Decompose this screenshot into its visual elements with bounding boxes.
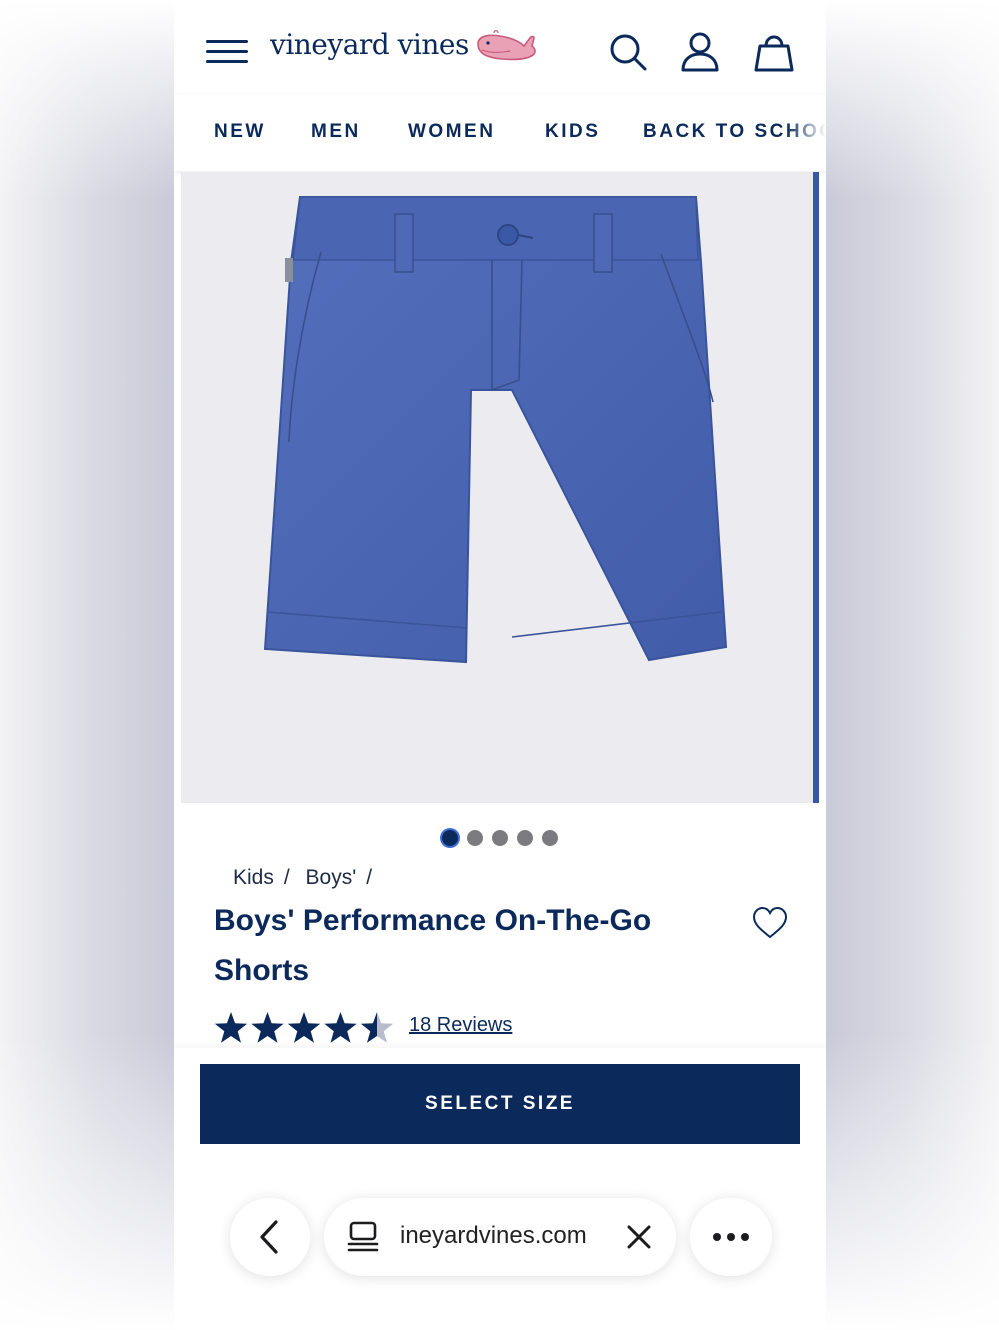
nav-item-women[interactable]: WOMEN [408,121,495,143]
tab-overview-icon[interactable] [346,1220,380,1254]
breadcrumb-kids[interactable]: Kids [233,866,274,889]
whale-logo-icon [477,30,536,61]
chevron-left-icon [260,1220,278,1254]
nav-item-men[interactable]: MEN [311,121,361,143]
shorts-illustration [263,196,728,664]
product-title: Boys' Performance On-The-Go Shorts [214,904,652,987]
nav-item-kids[interactable]: KIDS [545,121,600,143]
select-size-button[interactable]: SELECT SIZE [200,1064,800,1144]
background-left [0,0,174,1333]
search-icon[interactable] [606,30,650,74]
sticky-action-bar: SELECT SIZE [174,1048,826,1333]
gallery-dot[interactable] [467,830,483,846]
browser-back-button[interactable] [230,1198,310,1276]
brand-logo[interactable]: vineyard vines [270,28,469,61]
gallery-dot[interactable] [442,830,458,846]
breadcrumb-separator: / [366,866,373,889]
breadcrumb: Kids / Boys' / [233,866,382,890]
hamburger-menu-icon[interactable] [206,38,248,66]
gallery-dot[interactable] [492,830,508,846]
rating-star [214,1012,248,1043]
next-image-peek [813,172,819,803]
more-icon [713,1233,749,1241]
account-icon[interactable] [678,30,722,74]
site-header: vineyard vines [174,0,826,95]
gallery-pagination [174,830,826,850]
breadcrumb-separator: / [283,866,290,889]
page: vineyard vines NEW MEN WOMEN KIDS BACK T… [174,0,826,1333]
rating-stars [214,1012,394,1043]
product-image[interactable] [181,172,813,803]
rating-star [287,1012,321,1043]
browser-url[interactable]: ineyardvines.com [400,1222,587,1250]
browser-address-bar[interactable]: ineyardvines.com [324,1198,676,1276]
gallery-dot[interactable] [542,830,558,846]
gallery-dot[interactable] [517,830,533,846]
main-nav: NEW MEN WOMEN KIDS BACK TO SCHOOL [174,95,826,171]
rating-star [324,1012,357,1043]
browser-more-button[interactable] [690,1198,772,1276]
shopping-bag-icon[interactable] [752,30,796,74]
rating-star [251,1012,284,1043]
close-icon[interactable] [626,1224,652,1250]
reviews-link[interactable]: 18 Reviews [409,1014,512,1037]
breadcrumb-boys[interactable]: Boys' [306,866,357,889]
heart-icon[interactable] [752,906,788,940]
rating-star [360,1012,394,1043]
background-right [825,0,999,1333]
nav-item-new[interactable]: NEW [214,121,266,143]
nav-scroll-fade [786,95,826,171]
